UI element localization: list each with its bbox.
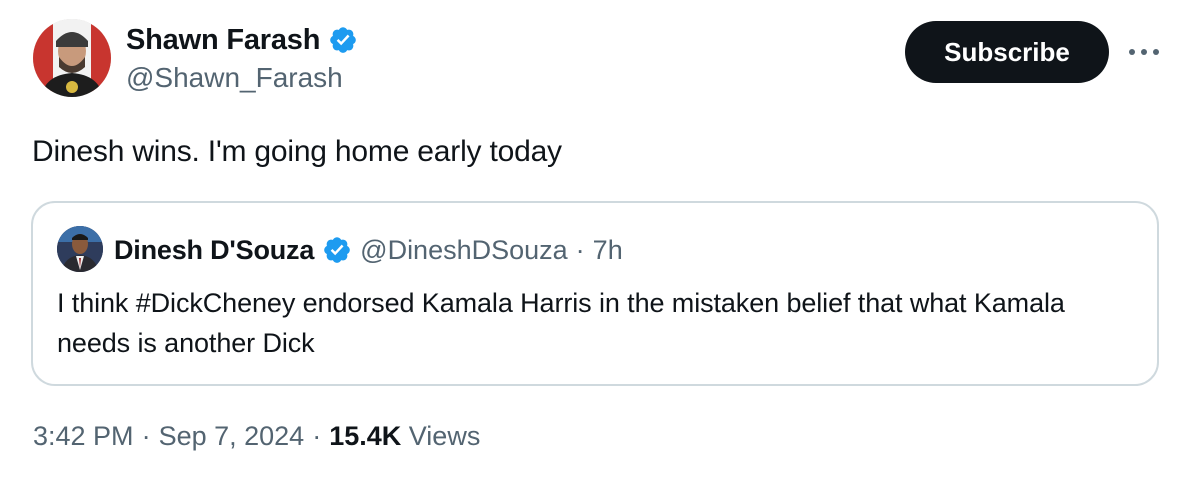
quoted-tweet-card[interactable]: Dinesh D'Souza @DineshDSouza · 7h I thin… bbox=[31, 201, 1159, 386]
tweet-time[interactable]: 3:42 PM bbox=[33, 421, 134, 452]
separator-dot: · bbox=[312, 421, 322, 451]
views-count: 15.4K bbox=[329, 421, 402, 451]
separator-dot: · bbox=[141, 421, 151, 451]
verified-badge-icon bbox=[328, 25, 358, 55]
quoted-tweet-text: I think #DickCheney endorsed Kamala Harr… bbox=[57, 288, 1065, 358]
quoted-author-avatar[interactable] bbox=[57, 226, 103, 272]
views-label: Views bbox=[408, 421, 481, 451]
verified-badge-icon bbox=[322, 235, 352, 265]
author-name-row: Shawn Farash bbox=[126, 22, 358, 58]
quoted-tweet-header: Dinesh D'Souza @DineshDSouza · 7h bbox=[114, 231, 623, 269]
separator-dot: · bbox=[575, 234, 585, 265]
more-options-icon[interactable] bbox=[1124, 38, 1164, 66]
author-name[interactable]: Shawn Farash bbox=[126, 24, 320, 57]
quoted-author-name[interactable]: Dinesh D'Souza bbox=[114, 235, 314, 266]
tweet-date[interactable]: Sep 7, 2024 bbox=[159, 421, 305, 452]
author-handle[interactable]: @Shawn_Farash bbox=[126, 62, 343, 94]
quoted-tweet-time[interactable]: 7h bbox=[593, 235, 623, 266]
tweet-meta: 3:42 PM · Sep 7, 2024 · 15.4K Views bbox=[33, 421, 480, 452]
quoted-author-handle[interactable]: @DineshDSouza bbox=[360, 235, 568, 266]
subscribe-button[interactable]: Subscribe bbox=[905, 21, 1109, 83]
author-avatar[interactable] bbox=[33, 19, 111, 97]
tweet-card: Shawn Farash @Shawn_Farash Subscribe Din… bbox=[0, 0, 1200, 492]
tweet-text: Dinesh wins. I'm going home early today bbox=[32, 135, 562, 168]
